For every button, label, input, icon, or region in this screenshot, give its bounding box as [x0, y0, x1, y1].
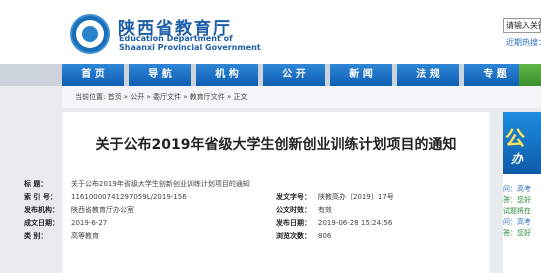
- side-qa-item: 试题将在: [503, 207, 531, 215]
- nav-item-topics[interactable]: 专 题: [464, 64, 526, 86]
- side-banner[interactable]: 公 办: [503, 112, 541, 174]
- recent-search-label: 近期热搜：: [506, 38, 541, 47]
- page-title: 关于公布2019年省级大学生创新创业训练计划项目的通知: [95, 137, 457, 153]
- meta-docno-label: 发文字号：: [276, 193, 311, 201]
- meta-index-value: 11610000741297059L/2019-156: [71, 193, 187, 201]
- meta-title-value: 关于公布2019年省级大学生创新创业训练计划项目的通知: [71, 180, 250, 188]
- meta-validity-value: 有效: [318, 206, 332, 214]
- site-header: 陕西省教育厅 Education Department of Shaanxi P…: [0, 0, 541, 64]
- meta-category-label: 类 别：: [24, 232, 48, 240]
- document-meta-table: 标 题： 关于公布2019年省级大学生创新创业训练计划项目的通知 索 引 号： …: [14, 173, 418, 253]
- side-banner-small-text: 办: [511, 152, 524, 166]
- meta-row-dates: 成文日期： 2019-6-27 发布日期： 2019-06-28 15:24:5…: [14, 217, 418, 230]
- meta-published-value: 2019-06-28 15:24:56: [318, 219, 393, 227]
- meta-created-value: 2019-6-27: [71, 219, 108, 227]
- nav-item-extra[interactable]: [519, 64, 541, 86]
- site-name-en-line2: Shaanxi Provincial Government: [119, 43, 261, 52]
- meta-row-title: 标 题： 关于公布2019年省级大学生创新创业训练计划项目的通知: [14, 178, 418, 191]
- side-qa-item: 答：您好: [503, 196, 531, 204]
- meta-index-label: 索 引 号：: [24, 193, 57, 201]
- side-qa-item[interactable]: 问：高考: [503, 217, 541, 228]
- main-nav: 首 页 导 航 机 构 公 开 新 闻 法 规 专 题: [0, 64, 541, 86]
- meta-row-index: 索 引 号： 11610000741297059L/2019-156 发文字号：…: [14, 191, 418, 204]
- side-qa-item[interactable]: 问：高考: [503, 184, 541, 195]
- meta-published-label: 发布日期：: [276, 219, 311, 227]
- side-panel: 公 办 问：高考 答：您好 试题将在 问：高考 答：您好: [503, 112, 541, 273]
- search-input[interactable]: 请输入关键: [503, 18, 541, 33]
- meta-title-label: 标 题：: [24, 180, 48, 188]
- meta-row-publisher: 发布机构： 陕西省教育厅办公室 公文时效： 有效: [14, 204, 418, 217]
- nav-item-navigation[interactable]: 导 航: [129, 64, 191, 86]
- side-qa-list: 问：高考 答：您好 试题将在 问：高考 答：您好: [503, 184, 541, 264]
- meta-publisher-value: 陕西省教育厅办公室: [71, 206, 134, 214]
- meta-created-label: 成文日期：: [24, 219, 59, 227]
- meta-category-value: 高等教育: [71, 232, 99, 240]
- nav-item-regulations[interactable]: 法 规: [397, 64, 459, 86]
- site-logo-icon[interactable]: [70, 14, 110, 54]
- side-qa-item: 答：您好: [503, 229, 531, 237]
- meta-row-category: 类 别： 高等教育 浏览次数： 806: [14, 230, 418, 243]
- breadcrumb: 当前位置: 首页 » 公开 » 委厅文件 » 教育厅文件 » 正文: [62, 86, 541, 108]
- meta-validity-label: 公文时效：: [276, 206, 311, 214]
- meta-views-label: 浏览次数：: [276, 232, 311, 240]
- meta-docno-value: 陕教高办〔2019〕17号: [318, 193, 394, 201]
- side-banner-big-text: 公: [505, 126, 525, 150]
- meta-views-value: 806: [318, 232, 332, 240]
- meta-publisher-label: 发布机构：: [24, 206, 59, 214]
- nav-item-organization[interactable]: 机 构: [196, 64, 258, 86]
- nav-item-news[interactable]: 新 闻: [330, 64, 392, 86]
- nav-item-home[interactable]: 首 页: [62, 64, 124, 86]
- site-name-en-line1: Education Department of: [119, 34, 233, 43]
- nav-item-public[interactable]: 公 开: [263, 64, 325, 86]
